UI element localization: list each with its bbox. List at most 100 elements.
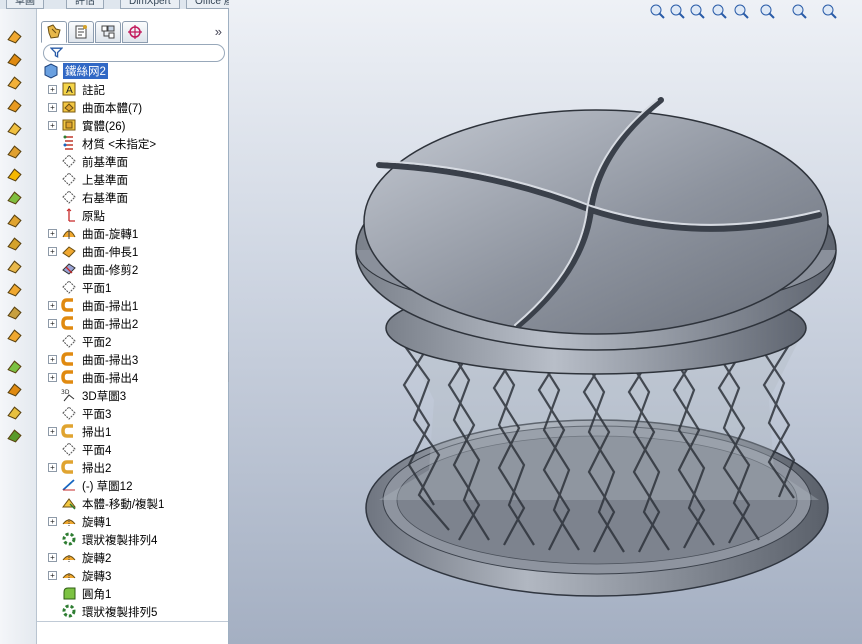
feature-tree-item[interactable]: + 旋轉1: [37, 513, 228, 531]
feature-tree-item[interactable]: + 掃出2: [37, 459, 228, 477]
tab-dimxpert[interactable]: DimXpert: [120, 0, 180, 9]
expand-toggle-icon[interactable]: +: [48, 373, 57, 382]
feature-tree-item[interactable]: + 實體(26): [37, 117, 228, 135]
feature-tree-item-label: 曲面-修剪2: [82, 265, 139, 277]
surface-extrude-icon: [61, 243, 77, 259]
configuration-manager-tab[interactable]: [95, 21, 121, 43]
feature-tree-item[interactable]: + 旋轉2: [37, 549, 228, 567]
panel-bottom-area: [37, 621, 228, 644]
feature-tree-item-label: 掃出1: [82, 427, 112, 439]
expand-toggle-icon[interactable]: +: [48, 355, 57, 364]
expand-toggle-icon[interactable]: +: [48, 85, 57, 94]
expand-toggle-icon[interactable]: +: [48, 121, 57, 130]
feature-tree-item[interactable]: + 曲面-掃出4: [37, 369, 228, 387]
feature-tree-item[interactable]: 材質 <未指定>: [37, 135, 228, 153]
feature-tree-item[interactable]: 原點: [37, 207, 228, 225]
reference-geometry-icon[interactable]: [4, 403, 24, 421]
feature-tree-item[interactable]: 平面4: [37, 441, 228, 459]
feature-tree-item-label: 環狀複製排列4: [82, 535, 158, 547]
planar-surface-icon[interactable]: [4, 165, 24, 183]
feature-tree-item[interactable]: + 曲面本體(7): [37, 99, 228, 117]
feature-tree-item-label: 平面3: [82, 409, 112, 421]
curves-icon[interactable]: [4, 426, 24, 444]
plane-icon: [61, 333, 77, 349]
feature-tree-item[interactable]: 平面1: [37, 279, 228, 297]
offset-surface-icon[interactable]: [4, 188, 24, 206]
expand-toggle-icon[interactable]: +: [48, 319, 57, 328]
feature-tree-filter[interactable]: [43, 44, 225, 62]
ruled-surface-icon[interactable]: [4, 211, 24, 229]
revolve-icon: [61, 513, 77, 529]
feature-tree-item-label: 平面1: [82, 283, 112, 295]
feature-tree-item[interactable]: 右基準面: [37, 189, 228, 207]
circular-pattern-icon: [61, 531, 77, 547]
feature-tree-item[interactable]: + 曲面-伸長1: [37, 243, 228, 261]
lofted-surface-icon[interactable]: [4, 96, 24, 114]
tab-sketch[interactable]: 草圖: [6, 0, 44, 9]
trim-surface-icon[interactable]: [4, 280, 24, 298]
surface-sweep-icon: [61, 297, 77, 313]
knit-surface-icon[interactable]: [4, 326, 24, 344]
surface-bodies-folder-icon: [61, 99, 77, 115]
feature-tree-item[interactable]: 環狀複製排列4: [37, 531, 228, 549]
feature-tree-item[interactable]: + 曲面-掃出3: [37, 351, 228, 369]
expand-toggle-icon[interactable]: +: [48, 301, 57, 310]
feature-tree-item[interactable]: 前基準面: [37, 153, 228, 171]
expand-toggle-icon[interactable]: +: [48, 571, 57, 580]
feature-tree-item-label: (-) 草圖12: [82, 481, 133, 493]
feature-tree-item-label: 曲面-掃出1: [82, 301, 139, 313]
expand-toggle-icon[interactable]: +: [48, 247, 57, 256]
feature-tree-item[interactable]: 曲面-修剪2: [37, 261, 228, 279]
feature-tree-root[interactable]: 鐵絲网2: [37, 63, 228, 81]
plane-icon: [61, 153, 77, 169]
boundary-surface-icon[interactable]: [4, 119, 24, 137]
feature-tree-item[interactable]: + 曲面-旋轉1: [37, 225, 228, 243]
feature-tree-item[interactable]: 環狀複製排列5: [37, 603, 228, 621]
surfaces-toolbar: [0, 9, 37, 644]
feature-tree-item[interactable]: + 曲面-掃出2: [37, 315, 228, 333]
extruded-surface-icon[interactable]: [4, 27, 24, 45]
dim-xpert-manager-tab[interactable]: [122, 21, 148, 43]
untrim-surface-icon[interactable]: [4, 303, 24, 321]
feature-tree-item[interactable]: 平面2: [37, 333, 228, 351]
feature-tree-item-label: 平面2: [82, 337, 112, 349]
expand-toggle-icon[interactable]: +: [48, 427, 57, 436]
feature-tree-item[interactable]: + 旋轉3: [37, 567, 228, 585]
feature-tree-item-label: 上基準面: [82, 175, 128, 187]
feature-tree-item-label: 註記: [82, 85, 105, 97]
feature-tree-item[interactable]: 3D 3D草圖3: [37, 387, 228, 405]
delete-face-icon[interactable]: [4, 380, 24, 398]
feature-tree-item[interactable]: 上基準面: [37, 171, 228, 189]
expand-toggle-icon[interactable]: +: [48, 517, 57, 526]
feature-tree-item-label: 環狀複製排列5: [82, 607, 158, 619]
property-manager-tab[interactable]: [68, 21, 94, 43]
plane-icon: [61, 279, 77, 295]
feature-tree-item-label: 旋轉2: [82, 553, 112, 565]
feature-manager-tab[interactable]: [41, 21, 67, 43]
revolved-surface-icon[interactable]: [4, 50, 24, 68]
feature-tree-item[interactable]: + 曲面-掃出1: [37, 297, 228, 315]
feature-tree-item[interactable]: 本體-移動/複製1: [37, 495, 228, 513]
feature-tree-item-label: 材質 <未指定>: [82, 139, 157, 151]
filled-surface-icon[interactable]: [4, 142, 24, 160]
feature-tree-item[interactable]: 圓角1: [37, 585, 228, 603]
tab-evaluate[interactable]: 評估: [66, 0, 104, 9]
crosshair-icon: [128, 25, 142, 39]
plane-icon: [61, 405, 77, 421]
swept-surface-icon[interactable]: [4, 73, 24, 91]
fillet-icon[interactable]: [4, 357, 24, 375]
expand-panel-chevron[interactable]: »: [215, 24, 222, 39]
radiate-surface-icon[interactable]: [4, 234, 24, 252]
revolve-icon: [61, 549, 77, 565]
feature-tree-item[interactable]: + A 註記: [37, 81, 228, 99]
extend-surface-icon[interactable]: [4, 257, 24, 275]
expand-toggle-icon[interactable]: +: [48, 229, 57, 238]
feature-tree-item[interactable]: (-) 草圖12: [37, 477, 228, 495]
feature-tree-item[interactable]: 平面3: [37, 405, 228, 423]
expand-toggle-icon[interactable]: +: [48, 553, 57, 562]
feature-tree-item-label: 本體-移動/複製1: [82, 499, 165, 511]
expand-toggle-icon[interactable]: +: [48, 463, 57, 472]
feature-tree-item[interactable]: + 掃出1: [37, 423, 228, 441]
expand-toggle-icon[interactable]: +: [48, 103, 57, 112]
graphics-area[interactable]: [229, 0, 862, 644]
